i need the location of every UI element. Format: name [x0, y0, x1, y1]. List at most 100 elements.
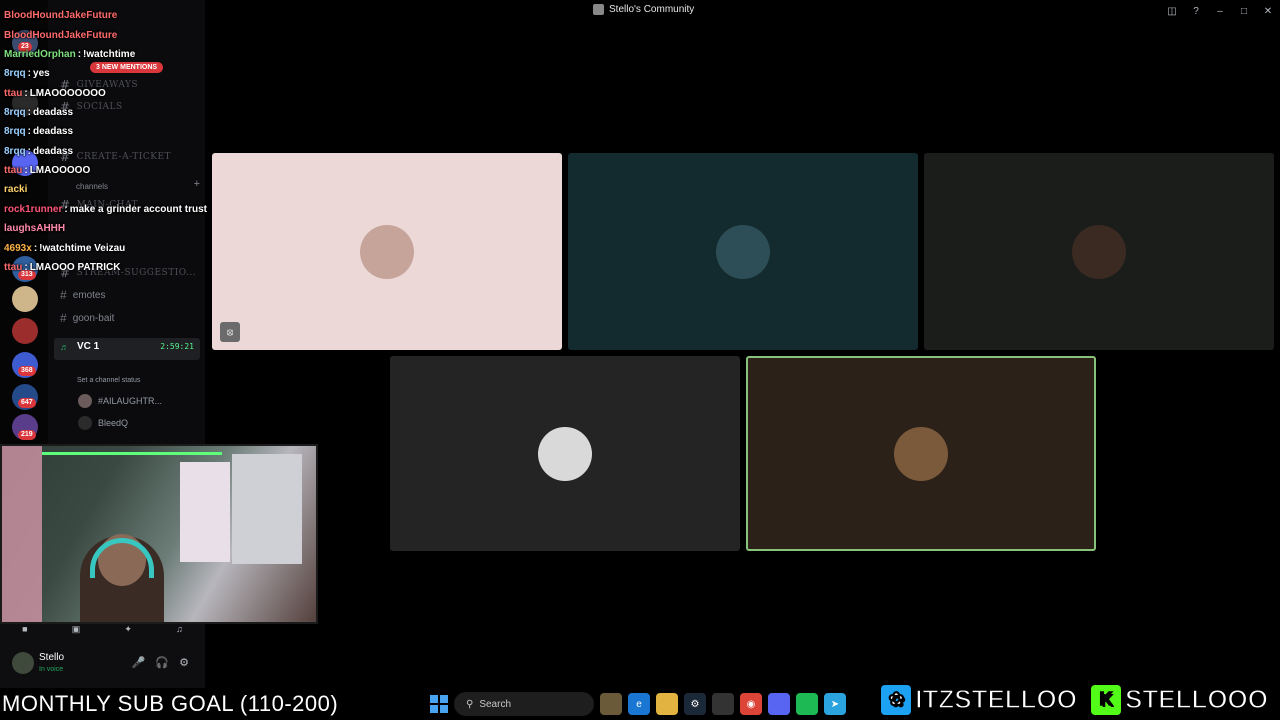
minimize-icon[interactable]: – [1208, 0, 1232, 22]
activities-icon[interactable]: ✦ [124, 624, 132, 638]
channel-goon-bait[interactable]: # goon-bait [60, 311, 114, 325]
chat-message: BloodHoundJakeFuture [4, 10, 117, 21]
chat-username[interactable]: 8rqq [4, 107, 26, 118]
chat-message: racki [4, 184, 27, 195]
app-icon[interactable] [712, 693, 734, 715]
soundboard-icon[interactable]: ♫ [176, 624, 183, 638]
window-controls: ◫ ? – □ ✕ [1160, 0, 1280, 22]
participant-avatar [538, 426, 592, 481]
chat-text: deadass [33, 146, 74, 157]
chat-separator: : [27, 107, 32, 118]
kick-handle: K STELLOOO [1091, 683, 1269, 715]
chat-username[interactable]: racki [4, 184, 27, 195]
taskbar-widget-icon[interactable] [600, 693, 622, 715]
chat-text: deadass [33, 126, 74, 137]
voice-tile[interactable] [924, 153, 1274, 350]
file-explorer-icon[interactable] [656, 693, 678, 715]
sub-goal-banner: MONTHLY SUB GOAL (110-200) [2, 691, 339, 716]
taskbar-search[interactable]: ⚲ Search [454, 692, 594, 716]
server-icon[interactable] [12, 286, 38, 312]
headphones-icon[interactable]: 🎧 [155, 656, 169, 669]
edge-browser-icon[interactable]: e [628, 693, 650, 715]
chat-message: BloodHoundJakeFuture [4, 30, 117, 41]
chat-username[interactable]: 4693x [4, 243, 32, 254]
participant-avatar [716, 224, 770, 279]
telegram-icon[interactable]: ➤ [824, 693, 846, 715]
spotify-icon[interactable] [796, 693, 818, 715]
chat-message: 8rqq : deadass [4, 146, 73, 157]
chat-username[interactable]: 8rqq [4, 68, 26, 79]
kick-logo-icon: K [1091, 684, 1121, 715]
window-title: Stello's Community [593, 4, 694, 15]
server-badge: 219 [18, 430, 36, 440]
voice-tile-speaking[interactable] [746, 356, 1096, 551]
server-badge: 368 [18, 366, 36, 376]
chat-separator: : [27, 126, 32, 137]
avatar [78, 416, 92, 430]
user-controls: 🎤 🎧 ⚙ [132, 656, 189, 669]
microphone-icon[interactable]: 🎤 [132, 656, 146, 669]
webcam-feed [0, 444, 318, 624]
server-badge: 647 [18, 398, 36, 408]
chat-separator: : [33, 243, 38, 254]
screen-share-icon[interactable]: ▣ [72, 624, 81, 638]
chat-message: 8rqq : deadass [4, 107, 73, 118]
door [180, 462, 230, 562]
channel-status-hint[interactable]: Set a channel status [77, 377, 140, 384]
windows-taskbar: ⚲ Search e ⚙ ◉ ➤ [430, 690, 846, 718]
hash-icon: # [60, 288, 67, 302]
chat-text: LMAOOOOO [29, 165, 91, 176]
voice-channel-timer: 2:59:21 [160, 342, 194, 351]
username: Stello [39, 652, 65, 663]
twitter-handle: ✿ ITZSTELLOO [881, 683, 1078, 715]
twitter-bird-icon: ✿ [881, 684, 912, 715]
chat-text: make a grinder account trust [69, 204, 207, 215]
chat-username[interactable]: ttau [4, 165, 22, 176]
chat-username[interactable]: MarriedOrphan [4, 49, 76, 60]
participant-avatar [1072, 224, 1126, 279]
chat-separator: : [24, 262, 28, 273]
screen: 23 313 368 647 219 3 NEW MENTIONS # GIVEA… [0, 0, 1280, 720]
participant-avatar [894, 426, 948, 481]
close-icon[interactable]: ✕ [1256, 0, 1280, 22]
inbox-icon[interactable]: ◫ [1160, 0, 1184, 22]
chat-separator: : [77, 49, 82, 60]
user-panel: ■ ▣ ✦ ♫ Stello In voice 🎤 🎧 ⚙ [0, 624, 205, 688]
voice-tile[interactable] [568, 153, 918, 350]
neon-light [42, 452, 222, 455]
voice-channel-vc1[interactable]: ♬ VC 1 2:59:21 [54, 338, 200, 360]
camera-off-icon[interactable]: ■ [22, 624, 27, 638]
chat-username[interactable]: 8rqq [4, 146, 26, 157]
chat-username[interactable]: rock1runner [4, 204, 62, 215]
stream-chat-overlay: BloodHoundJakeFuture BloodHoundJakeFuture… [0, 0, 240, 280]
chat-message: laughsAHHH [4, 223, 65, 234]
channel-emotes[interactable]: # emotes [60, 288, 105, 302]
voice-user[interactable]: #AILAUGHTR... [78, 394, 162, 408]
chat-username[interactable]: ttau [4, 88, 22, 99]
voice-controls: ■ ▣ ✦ ♫ [0, 624, 205, 638]
chat-separator: : [27, 146, 32, 157]
voice-tile[interactable]: ⦻ [212, 153, 562, 350]
chrome-icon[interactable]: ◉ [740, 693, 762, 715]
discord-icon[interactable] [768, 693, 790, 715]
help-icon[interactable]: ? [1184, 0, 1208, 22]
chat-text: LMAOOO PATRICK [29, 262, 121, 273]
chat-username[interactable]: BloodHoundJakeFuture [4, 30, 117, 41]
chat-separator: : [24, 165, 28, 176]
chat-username[interactable]: BloodHoundJakeFuture [4, 10, 117, 21]
chat-username[interactable]: ttau [4, 262, 22, 273]
chat-message: 8rqq : yes [4, 68, 50, 79]
hash-icon: # [60, 311, 67, 325]
server-icon[interactable] [12, 318, 38, 344]
voice-tile[interactable] [390, 356, 740, 551]
voice-user[interactable]: BleedQ [78, 416, 128, 430]
settings-gear-icon[interactable]: ⚙ [179, 656, 189, 669]
chat-username[interactable]: laughsAHHH [4, 223, 65, 234]
maximize-icon[interactable]: □ [1232, 0, 1256, 22]
chat-message: 8rqq : deadass [4, 126, 73, 137]
steam-icon[interactable]: ⚙ [684, 693, 706, 715]
windows-start-icon[interactable] [430, 695, 448, 713]
chat-text: yes [33, 68, 50, 79]
avatar[interactable] [12, 652, 34, 674]
chat-username[interactable]: 8rqq [4, 126, 26, 137]
